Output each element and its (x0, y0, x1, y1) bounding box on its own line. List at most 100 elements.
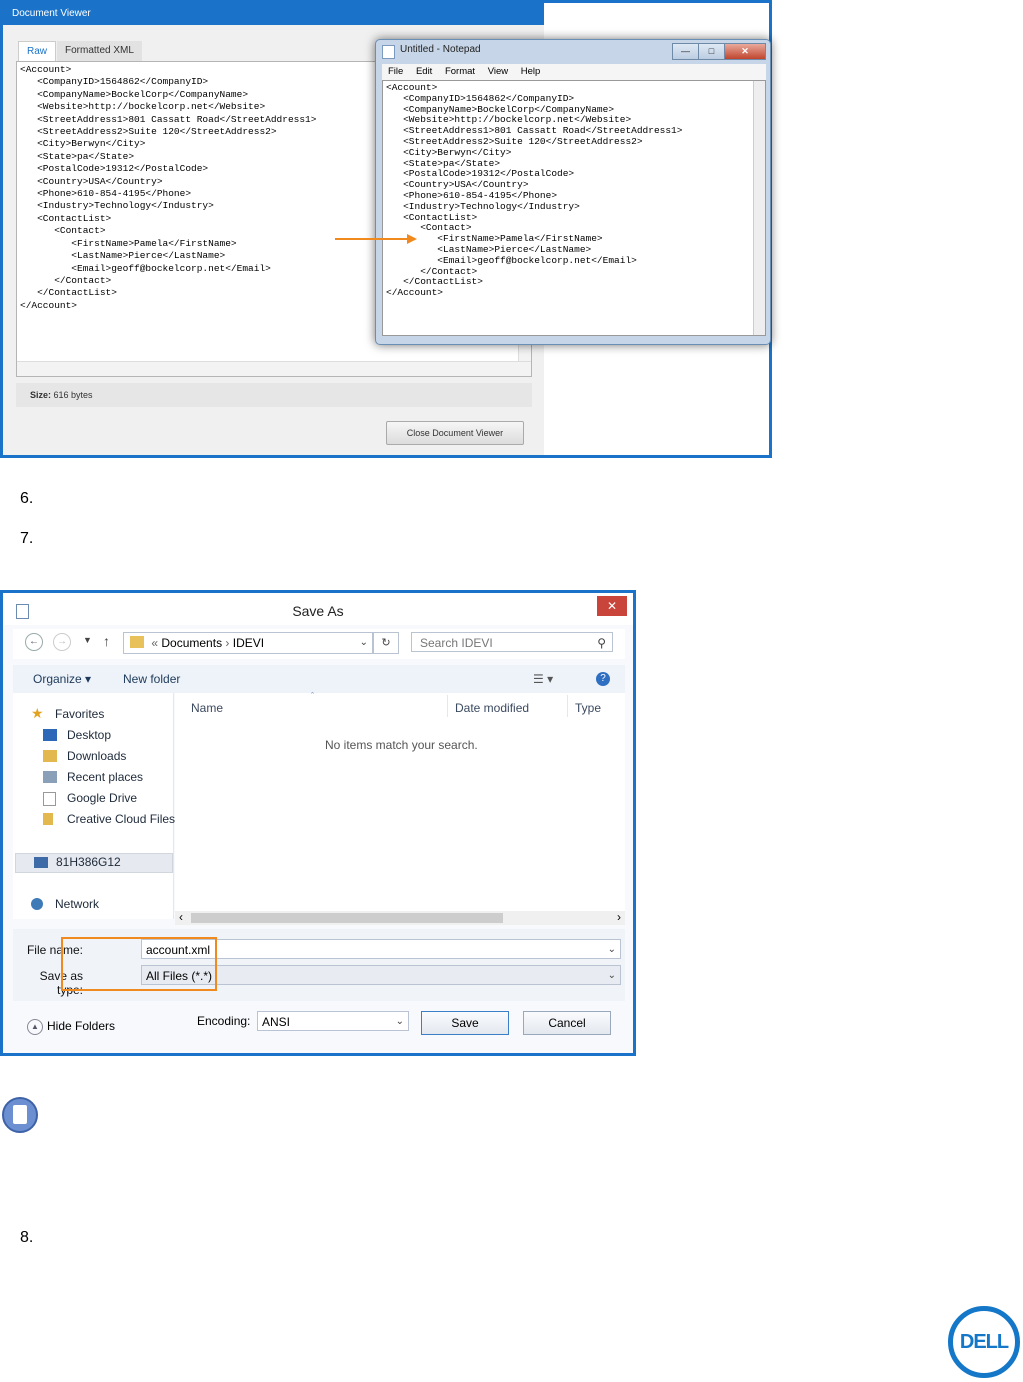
notepad-window-controls: — □ ✕ (672, 41, 766, 60)
column-date-modified[interactable]: Date modified (455, 701, 529, 715)
step-number-7: 7. (20, 530, 34, 547)
computer-label: 81H386G12 (56, 855, 121, 869)
hide-folders-button[interactable]: Hide Folders (47, 1019, 115, 1033)
orange-arrow-icon (335, 234, 417, 244)
address-path[interactable]: « Documents › IDEVI ⌄ (123, 632, 373, 654)
raw-xml-content: <Account> <CompanyID>1564862</CompanyID>… (20, 64, 317, 311)
minimize-icon[interactable]: — (672, 43, 699, 60)
close-icon[interactable]: ✕ (724, 43, 766, 60)
up-icon[interactable]: ↑ (103, 633, 110, 649)
file-icon (43, 792, 56, 806)
chevron-down-icon[interactable]: ⌄ (360, 633, 368, 653)
new-folder-button[interactable]: New folder (123, 665, 180, 693)
notepad-title: Untitled - Notepad (400, 44, 481, 55)
nav-desktop[interactable]: Desktop (43, 726, 112, 744)
size-bar: Size: 616 bytes (16, 383, 532, 407)
dialog-footer: ▲ Hide Folders Encoding: ANSI ⌄ Save Can… (13, 1005, 625, 1045)
step-number-6: 6. (20, 490, 34, 507)
nav-favorites[interactable]: ★ Favorites (31, 705, 105, 723)
column-type[interactable]: Type (575, 701, 601, 715)
dell-logo: DΕLL (948, 1306, 1020, 1378)
scrollbar-thumb[interactable] (191, 913, 503, 923)
column-name[interactable]: Name (191, 701, 223, 715)
column-divider (567, 695, 568, 717)
collapse-arrow-icon[interactable]: ▲ (27, 1019, 43, 1035)
chevron-down-icon[interactable]: ⌄ (608, 940, 616, 960)
organize-button[interactable]: Organize ▾ (33, 665, 91, 693)
menu-format[interactable]: Format (445, 66, 475, 77)
navigation-pane: ★ Favorites Desktop Downloads Recent pla… (13, 693, 176, 919)
nav-network[interactable]: Network (31, 895, 100, 913)
horizontal-scrollbar[interactable] (17, 361, 531, 376)
notepad-scrollbar[interactable] (753, 81, 765, 335)
document-viewer-title: Document Viewer (3, 3, 544, 25)
empty-message: No items match your search. (325, 738, 478, 752)
star-icon: ★ (31, 705, 44, 721)
address-bar-row: ← → ▼ ↑ « Documents › IDEVI ⌄ ↻ Search I… (13, 629, 625, 659)
close-icon[interactable]: ✕ (597, 596, 627, 616)
tab-formatted-xml[interactable]: Formatted XML (57, 41, 142, 61)
encoding-label: Encoding: (197, 1014, 251, 1028)
folder-icon (43, 813, 53, 825)
cancel-button[interactable]: Cancel (523, 1011, 611, 1035)
maximize-icon[interactable]: □ (698, 43, 725, 60)
nav-google-drive[interactable]: Google Drive (43, 789, 137, 807)
notepad-menu-bar: File Edit Format View Help (382, 64, 766, 80)
scroll-right-icon[interactable]: › (617, 910, 621, 924)
encoding-select[interactable]: ANSI ⌄ (257, 1011, 409, 1031)
nav-creative-cloud-files[interactable]: Creative Cloud Files (43, 810, 176, 828)
nav-downloads[interactable]: Downloads (43, 747, 127, 765)
menu-view[interactable]: View (488, 66, 508, 77)
nav-label: Downloads (67, 749, 127, 763)
nav-label: Desktop (67, 728, 112, 742)
chevron-down-icon[interactable]: ⌄ (396, 1012, 404, 1032)
downloads-folder-icon (43, 750, 57, 762)
save-as-dialog: Save As ✕ ← → ▼ ↑ « Documents › IDEVI ⌄ … (0, 590, 636, 1056)
notepad-icon (382, 45, 395, 59)
nav-label: Creative Cloud Files (67, 812, 176, 826)
network-icon (31, 898, 43, 910)
notepad-text-area[interactable]: <Account> <CompanyID>1564862</CompanyID>… (382, 80, 766, 336)
sort-arrow-icon: ˆ (311, 691, 314, 701)
search-placeholder: Search IDEVI (420, 636, 493, 650)
path-overflow: « (151, 636, 159, 650)
dialog-title: Save As (3, 593, 633, 625)
computer-icon (34, 857, 48, 868)
back-icon[interactable]: ← (25, 633, 43, 651)
close-document-viewer-button[interactable]: Close Document Viewer (386, 421, 524, 445)
column-divider (447, 695, 448, 717)
highlight-box (61, 937, 217, 991)
recent-locations-icon[interactable]: ▼ (83, 635, 92, 645)
dialog-toolbar: Organize ▾ New folder ☰ ▾ ? (13, 665, 625, 693)
menu-help[interactable]: Help (521, 66, 541, 77)
search-input[interactable]: Search IDEVI ⚲ (411, 632, 613, 652)
note-icon (2, 1097, 38, 1133)
desktop-icon (43, 729, 57, 741)
document-viewer-figure: Document Viewer Raw Formatted XML <Accou… (0, 0, 772, 458)
tab-raw[interactable]: Raw (18, 41, 57, 62)
forward-icon[interactable]: → (53, 633, 71, 651)
view-options-icon[interactable]: ☰ ▾ (533, 665, 553, 693)
scroll-left-icon[interactable]: ‹ (179, 910, 183, 924)
recent-places-icon (43, 771, 57, 783)
path-documents[interactable]: Documents (161, 636, 222, 650)
path-idevi[interactable]: IDEVI (233, 636, 264, 650)
nav-label: Recent places (67, 770, 144, 784)
help-icon[interactable]: ? (596, 672, 610, 686)
menu-file[interactable]: File (388, 66, 403, 77)
search-icon: ⚲ (597, 636, 606, 650)
size-value: 616 bytes (53, 390, 93, 400)
nav-recent-places[interactable]: Recent places (43, 768, 144, 786)
network-label: Network (55, 897, 100, 911)
step-number-8: 8. (20, 1229, 34, 1246)
nav-computer[interactable]: 81H386G12 (15, 853, 173, 873)
chevron-down-icon[interactable]: ⌄ (608, 966, 616, 986)
file-list: Name ˆ Date modified Type No items match… (175, 691, 625, 915)
notepad-window: Untitled - Notepad — □ ✕ File Edit Format … (375, 39, 771, 345)
save-button[interactable]: Save (421, 1011, 509, 1035)
note-page-shape (13, 1105, 27, 1124)
refresh-icon[interactable]: ↻ (373, 632, 399, 654)
menu-edit[interactable]: Edit (416, 66, 432, 77)
horizontal-scrollbar[interactable]: ‹ › (175, 910, 625, 925)
favorites-label: Favorites (55, 707, 105, 721)
